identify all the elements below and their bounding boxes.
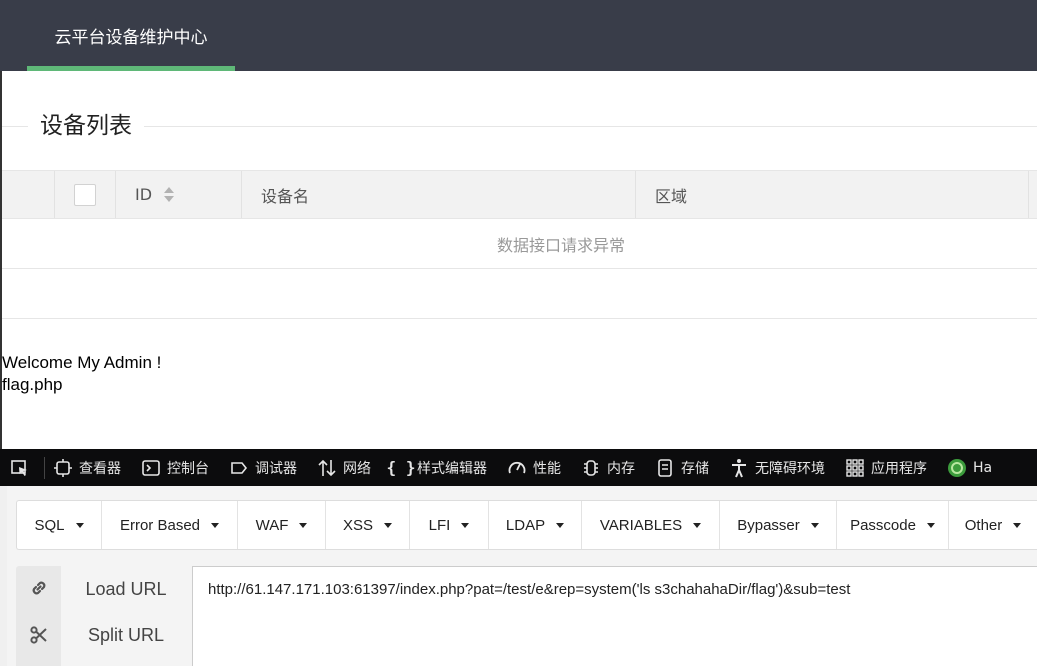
split-url-button[interactable]: Split URL — [61, 625, 191, 646]
devtools-tab-label: 控制台 — [167, 460, 209, 477]
nav-item-brand[interactable]: 云平台设备维护中心 — [27, 0, 235, 71]
devtools-tab-label: 内存 — [607, 460, 635, 477]
menu-label: LDAP — [505, 516, 546, 534]
column-region-label: 区域 — [655, 186, 688, 206]
device-table: ID 设备名 区域 数据接口请求异常 — [2, 170, 1037, 319]
table-header-cell — [2, 171, 54, 218]
caret-down-icon — [75, 522, 84, 528]
top-nav: 云平台设备维护中心 — [0, 0, 1037, 71]
hackbar-passcode-dropdown[interactable]: Passcode — [837, 501, 949, 549]
sort-icon[interactable] — [164, 187, 175, 202]
menu-label: WAF — [255, 516, 289, 534]
devtools-tab-memory[interactable]: 内存 — [581, 449, 635, 486]
caret-down-icon — [299, 522, 308, 528]
empty-message: 数据接口请求异常 — [497, 236, 626, 255]
nav-active-indicator — [27, 66, 235, 71]
hackbar-variables-dropdown[interactable]: VARIABLES — [582, 501, 720, 549]
select-all-checkbox[interactable] — [74, 183, 96, 206]
devtools-tab-label: 样式编辑器 — [417, 460, 487, 477]
devtools-tab-network[interactable]: 网络 — [317, 449, 371, 486]
devtools-tab-style-editor[interactable]: { } 样式编辑器 — [386, 449, 487, 486]
caret-down-icon — [384, 522, 392, 528]
flag-filename: flag.php — [2, 375, 63, 394]
devtools-tab-hackbar[interactable]: Ha — [947, 449, 992, 486]
table-header-cell — [1028, 171, 1037, 218]
menu-label: VARIABLES — [599, 516, 683, 534]
menu-label: XSS — [342, 516, 373, 534]
caret-down-icon — [211, 522, 220, 528]
column-region: 区域 — [635, 171, 1028, 218]
menu-label: Error Based — [119, 516, 201, 534]
table-header: ID 设备名 区域 — [2, 170, 1037, 219]
section-divider — [2, 126, 1037, 127]
devtools-tab-console[interactable]: 控制台 — [141, 449, 209, 486]
table-header-checkbox-cell — [54, 171, 115, 218]
link-icon[interactable] — [16, 578, 61, 598]
devtools-tab-inspector[interactable]: 查看器 — [53, 449, 121, 486]
hackbar-lfi-dropdown[interactable]: LFI — [410, 501, 489, 549]
application-icon — [845, 458, 865, 478]
devtools-tab-debugger[interactable]: 调试器 — [229, 449, 297, 486]
menu-label: LFI — [428, 516, 451, 534]
hackbar-error-based-dropdown[interactable]: Error Based — [102, 501, 238, 549]
network-icon — [317, 458, 337, 478]
hackbar-xss-dropdown[interactable]: XSS — [326, 501, 410, 549]
devtools-tab-label: 性能 — [533, 460, 561, 477]
menu-label: Other — [964, 516, 1003, 534]
style-editor-icon: { } — [386, 458, 416, 477]
devtools-tab-accessibility[interactable]: 无障碍环境 — [729, 449, 825, 486]
devtools-tab-label: 网络 — [343, 460, 371, 477]
devtools-toolbar: 查看器 控制台 调试器 网络 { } 样式编辑器 性能 内存 存储 无障碍环境 … — [0, 449, 1037, 486]
devtools-tab-performance[interactable]: 性能 — [507, 449, 561, 486]
debugger-icon — [229, 458, 249, 478]
devtools-tab-storage[interactable]: 存储 — [655, 449, 709, 486]
caret-down-icon — [926, 522, 935, 528]
caret-down-icon — [810, 522, 819, 528]
table-footer-row — [2, 269, 1037, 319]
scissors-icon[interactable] — [16, 625, 61, 645]
caret-down-icon — [693, 522, 702, 528]
console-icon — [141, 458, 161, 478]
column-id-label: ID — [135, 185, 153, 204]
hackbar-menu: SQL Error Based WAF XSS LFI LDAP VARIABL… — [16, 500, 1037, 550]
devtools-tab-application[interactable]: 应用程序 — [845, 449, 927, 486]
accessibility-icon — [729, 458, 749, 478]
hackbar-ldap-dropdown[interactable]: LDAP — [489, 501, 582, 549]
table-row: 数据接口请求异常 — [2, 219, 1037, 269]
caret-down-icon — [556, 522, 565, 528]
column-device-name: 设备名 — [241, 171, 635, 218]
storage-icon — [655, 458, 675, 478]
element-picker-icon — [10, 458, 30, 478]
performance-icon — [507, 458, 527, 478]
welcome-text: Welcome My Admin ! — [2, 353, 162, 372]
devtools-tab-label: 无障碍环境 — [755, 460, 825, 477]
caret-down-icon — [1013, 522, 1022, 528]
hackbar-bypasser-dropdown[interactable]: Bypasser — [720, 501, 837, 549]
section-title: 设备列表 — [28, 108, 144, 144]
column-id[interactable]: ID — [115, 171, 241, 218]
caret-down-icon — [461, 522, 470, 528]
devtools-tab-label: Ha — [973, 459, 993, 476]
url-textarea[interactable]: http://61.147.171.103:61397/index.php?pa… — [192, 566, 1037, 666]
devtools-tab-label: 存储 — [681, 460, 709, 477]
inspector-icon — [53, 458, 73, 478]
load-url-button[interactable]: Load URL — [61, 579, 191, 600]
devtools-tab-label: 应用程序 — [871, 460, 927, 477]
menu-label: Passcode — [850, 516, 916, 534]
menu-label: SQL — [34, 516, 65, 534]
devtools-separator — [44, 456, 45, 479]
devtools-tab-label: 调试器 — [255, 460, 297, 477]
memory-icon — [581, 458, 601, 478]
element-picker-button[interactable] — [10, 449, 36, 486]
hackbar-other-dropdown[interactable]: Other — [949, 501, 1037, 549]
hackbar-waf-dropdown[interactable]: WAF — [238, 501, 326, 549]
hackbar-icon — [947, 458, 967, 478]
devtools-tab-label: 查看器 — [79, 460, 121, 477]
column-device-name-label: 设备名 — [261, 186, 310, 206]
page-output: Welcome My Admin ! flag.php — [2, 352, 161, 396]
hackbar-sql-dropdown[interactable]: SQL — [17, 501, 102, 549]
menu-label: Bypasser — [737, 516, 800, 534]
